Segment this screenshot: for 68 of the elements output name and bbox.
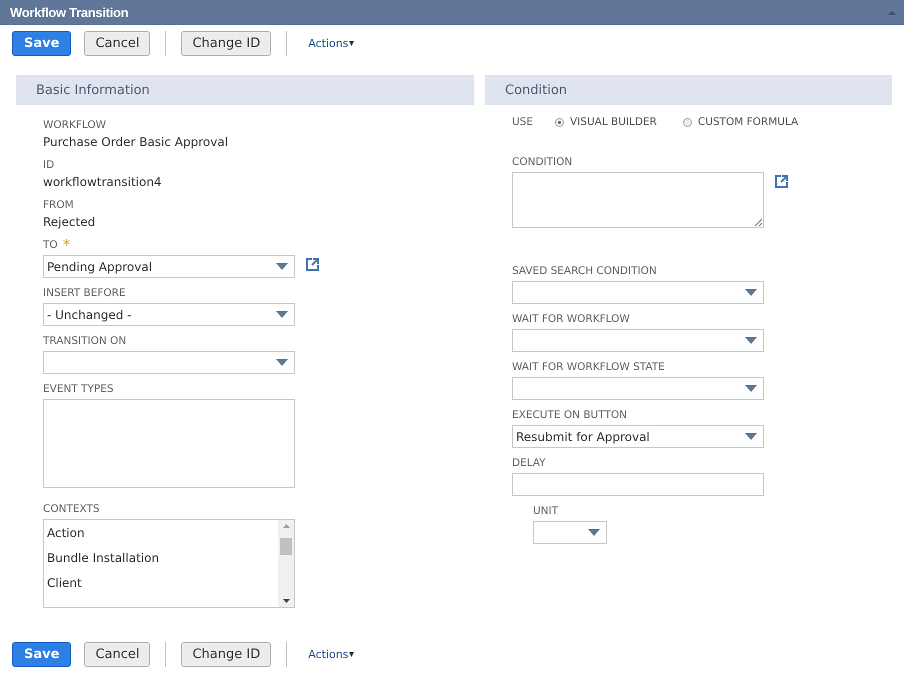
field-label: CONDITION — [512, 156, 572, 168]
field-label: INSERT BEFORE — [43, 287, 126, 299]
required-mark: * — [62, 240, 70, 250]
radio-label[interactable]: VISUAL BUILDER — [570, 116, 657, 128]
field-label: USE — [512, 116, 533, 128]
field-label: ID — [43, 159, 54, 171]
list-option[interactable]: Action — [47, 526, 85, 551]
dropdown-caret-icon — [276, 359, 288, 366]
field-label: TO — [43, 239, 58, 251]
field-label: TRANSITION ON — [43, 335, 126, 347]
scroll-up-arrow-icon[interactable] — [282, 524, 290, 528]
toolbar-button[interactable]: Change ID — [181, 31, 272, 56]
actions-link[interactable]: Actions — [308, 37, 348, 50]
field-label: UNIT — [533, 505, 558, 517]
dropdown-caret-icon — [276, 263, 288, 270]
radio-button[interactable] — [682, 118, 692, 126]
field-label: CONTEXTS — [43, 503, 100, 515]
field-label: DELAY — [512, 457, 546, 469]
field-value: Rejected — [43, 214, 96, 230]
collapse-icon[interactable] — [888, 10, 896, 14]
scrollbar-thumb[interactable] — [280, 538, 292, 555]
field-label: WAIT FOR WORKFLOW — [512, 313, 630, 325]
dropdown-caret-icon — [276, 311, 288, 318]
dropdown-field[interactable] — [533, 521, 607, 544]
list-box[interactable]: Action Bundle Installation Client — [43, 519, 295, 608]
list-option[interactable]: Bundle Installation — [47, 551, 160, 576]
field-label: FROM — [43, 199, 74, 211]
scroll-down-arrow-icon[interactable] — [282, 599, 290, 603]
dropdown-caret-icon — [588, 529, 600, 536]
dropdown-caret-icon — [745, 337, 757, 344]
resize-grip-icon — [755, 219, 762, 226]
section-title: Basic Information — [36, 82, 150, 98]
field-label: EXECUTE ON BUTTON — [512, 409, 627, 421]
field-value: Purchase Order Basic Approval — [43, 134, 230, 150]
field-value: workflowtransition4 — [43, 174, 163, 190]
save-button[interactable]: Save — [12, 31, 72, 56]
dropdown-field[interactable]: - Unchanged - — [43, 303, 295, 326]
dropdown-caret-icon — [745, 289, 757, 296]
radio-button[interactable] — [555, 118, 564, 126]
dropdown-field[interactable]: Pending Approval — [43, 255, 295, 278]
actions-link[interactable]: Actions — [308, 648, 348, 661]
field-label: EVENT TYPES — [43, 383, 114, 395]
save-button[interactable]: Save — [12, 642, 72, 667]
caret-icon — [349, 652, 354, 657]
text-area[interactable] — [512, 172, 764, 228]
dropdown-field[interactable] — [512, 281, 764, 304]
toolbar-button[interactable]: Change ID — [181, 642, 272, 667]
external-link-icon[interactable] — [774, 174, 789, 189]
dropdown-field[interactable] — [512, 377, 764, 400]
window-title: Workflow Transition — [10, 5, 128, 20]
scrollbar[interactable] — [278, 520, 294, 607]
radio-label[interactable]: CUSTOM FORMULA — [698, 116, 798, 128]
field-label: WAIT FOR WORKFLOW STATE — [512, 361, 665, 373]
external-link-icon[interactable] — [305, 257, 320, 272]
dropdown-caret-icon — [745, 385, 757, 392]
field-label: SAVED SEARCH CONDITION — [512, 265, 657, 277]
dropdown-caret-icon — [745, 433, 757, 440]
dropdown-field[interactable] — [512, 329, 764, 352]
caret-icon — [349, 41, 354, 46]
text-area[interactable] — [43, 399, 295, 488]
toolbar-button[interactable]: Cancel — [84, 642, 150, 667]
dropdown-field[interactable]: Resubmit for Approval — [512, 425, 764, 448]
list-option[interactable]: Client — [47, 576, 82, 601]
input-field[interactable] — [512, 473, 764, 496]
toolbar-button[interactable]: Cancel — [84, 31, 150, 56]
field-label: WORKFLOW — [43, 119, 106, 131]
dropdown-field[interactable] — [43, 351, 295, 374]
section-title: Condition — [505, 82, 568, 98]
